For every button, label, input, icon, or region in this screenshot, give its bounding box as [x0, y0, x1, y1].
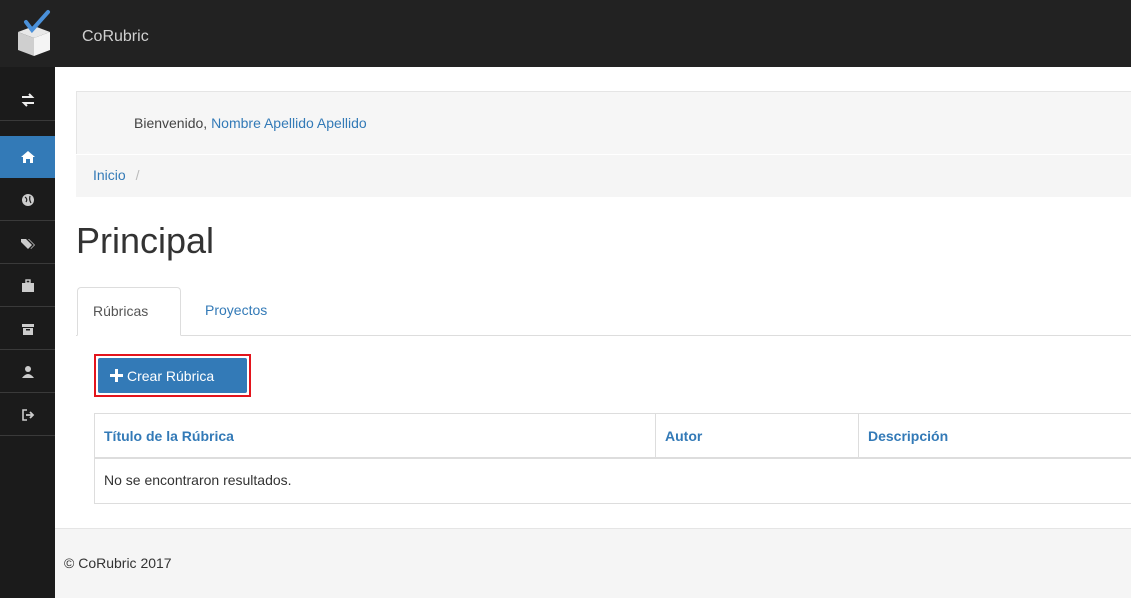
sidebar-item-globe[interactable]	[0, 179, 55, 221]
rubrics-table: Título de la Rúbrica Autor Descripción N…	[94, 413, 1131, 504]
welcome-bar: Bienvenido, Nombre Apellido Apellido	[76, 91, 1131, 154]
briefcase-icon	[21, 278, 34, 292]
sidebar-item-briefcase[interactable]	[0, 265, 55, 307]
sidebar-item-logout[interactable]	[0, 394, 55, 436]
top-navbar: CoRubric	[0, 0, 1131, 67]
sidebar	[0, 67, 55, 598]
app-logo[interactable]	[14, 8, 54, 60]
globe-icon	[21, 193, 34, 206]
sidebar-item-user[interactable]	[0, 351, 55, 393]
welcome-message: Bienvenido, Nombre Apellido Apellido	[134, 115, 367, 131]
column-header-description[interactable]: Descripción	[859, 414, 1131, 457]
archive-icon	[21, 323, 34, 335]
welcome-prefix: Bienvenido,	[134, 115, 208, 131]
exchange-icon	[21, 92, 34, 107]
tab-rubricas[interactable]: Rúbricas	[77, 287, 181, 336]
column-header-title[interactable]: Título de la Rúbrica	[95, 414, 656, 457]
table-header: Título de la Rúbrica Autor Descripción	[95, 414, 1131, 459]
tab-proyectos[interactable]: Proyectos	[190, 287, 282, 336]
breadcrumb-separator: /	[135, 167, 140, 183]
column-header-author[interactable]: Autor	[656, 414, 859, 457]
footer-copyright: © CoRubric 2017	[64, 555, 172, 571]
footer: © CoRubric 2017	[55, 528, 1131, 598]
plus-icon	[110, 369, 123, 382]
sidebar-item-archive[interactable]	[0, 308, 55, 350]
tags-icon	[20, 238, 35, 249]
create-rubric-button[interactable]: Crear Rúbrica	[98, 358, 247, 393]
create-rubric-label: Crear Rúbrica	[127, 367, 215, 384]
create-rubric-highlight: Crear Rúbrica	[94, 354, 251, 397]
logout-icon	[21, 408, 34, 421]
breadcrumb-home[interactable]: Inicio	[93, 167, 126, 183]
sidebar-item-tags[interactable]	[0, 222, 55, 264]
table-empty-row: No se encontraron resultados.	[104, 472, 292, 488]
user-name-link[interactable]: Nombre Apellido Apellido	[211, 115, 367, 131]
breadcrumb: Inicio /	[76, 155, 1131, 197]
user-icon	[21, 365, 34, 378]
sidebar-item-home[interactable]	[0, 136, 55, 178]
home-icon	[20, 151, 35, 163]
app-brand[interactable]: CoRubric	[82, 28, 149, 46]
page-title: Principal	[76, 220, 215, 261]
sidebar-item-toggle[interactable]	[0, 79, 55, 121]
